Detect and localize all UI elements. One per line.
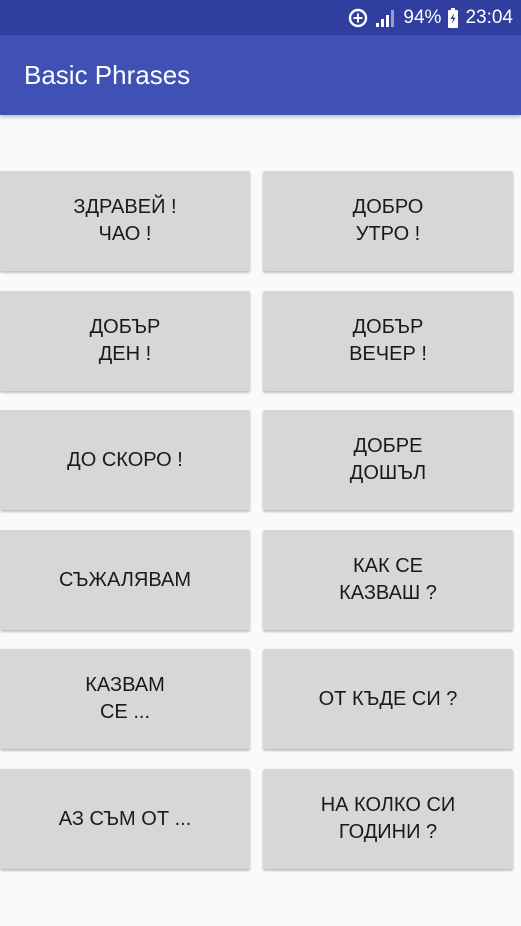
phrase-button-good-day[interactable]: ДОБЪР ДЕН ! xyxy=(0,291,250,391)
phrase-button-hello-bye[interactable]: ЗДРАВЕЙ ! ЧАО ! xyxy=(0,171,250,271)
data-saver-icon xyxy=(347,7,369,29)
phrase-button-i-am-from[interactable]: АЗ СЪМ ОТ ... xyxy=(0,769,250,869)
phrase-button-how-old-are-you[interactable]: НА КОЛКО СИ ГОДИНИ ? xyxy=(263,769,513,869)
phrase-button-sorry[interactable]: СЪЖАЛЯВАМ xyxy=(0,530,250,630)
phrase-button-whats-your-name[interactable]: КАК СЕ КАЗВАШ ? xyxy=(263,530,513,630)
phrase-button-my-name-is[interactable]: КАЗВАМ СЕ ... xyxy=(0,649,250,749)
phrase-button-good-morning[interactable]: ДОБРО УТРО ! xyxy=(263,171,513,271)
phrase-button-welcome[interactable]: ДОБРЕ ДОШЪЛ xyxy=(263,410,513,510)
status-bar-right: 94% 23:04 xyxy=(347,0,513,35)
status-bar: 94% 23:04 xyxy=(0,0,521,35)
clock: 23:04 xyxy=(465,6,513,28)
phrase-button-good-evening[interactable]: ДОБЪР ВЕЧЕР ! xyxy=(263,291,513,391)
app-bar: Basic Phrases xyxy=(0,35,521,115)
signal-icon xyxy=(375,8,397,28)
battery-percent: 94% xyxy=(403,6,442,28)
phrase-button-where-are-you-from[interactable]: ОТ КЪДЕ СИ ? xyxy=(263,649,513,749)
page-title: Basic Phrases xyxy=(24,60,191,90)
battery-charging-icon xyxy=(447,7,459,28)
phrase-button-see-you-soon[interactable]: ДО СКОРО ! xyxy=(0,410,250,510)
